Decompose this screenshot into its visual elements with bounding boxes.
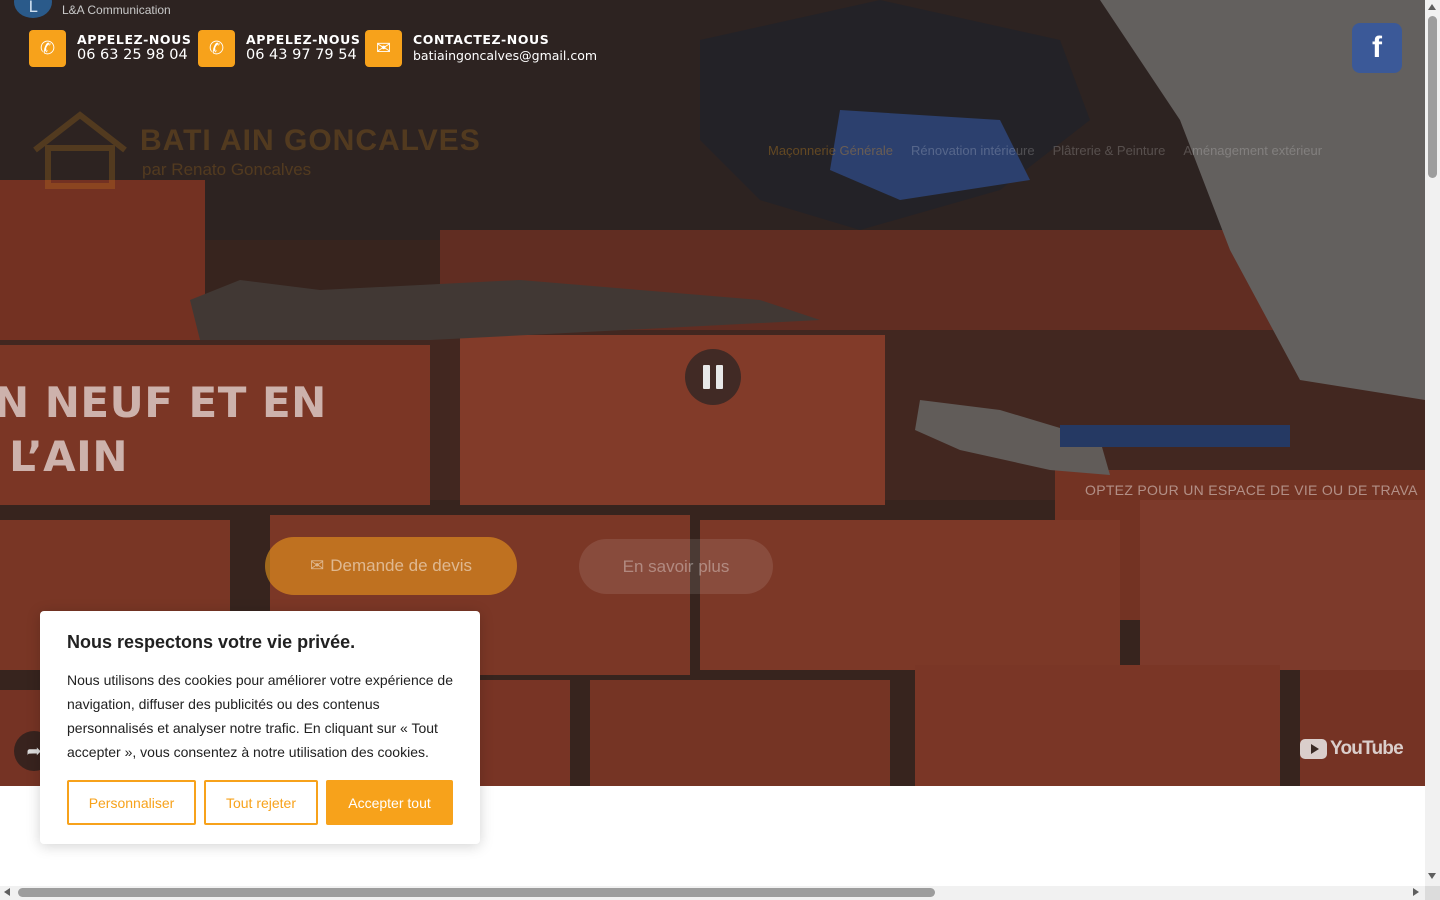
scroll-down-arrow-icon[interactable] <box>1428 873 1436 879</box>
scroll-up-arrow-icon[interactable] <box>1428 4 1436 10</box>
contact-value: 06 43 97 79 54 <box>246 47 357 63</box>
youtube-play-icon <box>1300 739 1327 759</box>
quote-request-label: Demande de devis <box>330 556 472 575</box>
cookie-text: Nous utilisons des cookies pour améliore… <box>67 672 453 760</box>
scroll-left-arrow-icon[interactable] <box>4 888 10 896</box>
scroll-right-arrow-icon[interactable] <box>1413 888 1419 896</box>
contact-email[interactable]: ✉ CONTACTEZ-NOUS batiaingoncalves@gmail.… <box>365 30 597 67</box>
reject-all-button[interactable]: Tout rejeter <box>204 780 318 825</box>
cookie-banner: Nous respectons votre vie privée. Nous u… <box>40 611 480 844</box>
channel-name[interactable]: L&A Communication <box>62 3 171 17</box>
accept-all-button[interactable]: Accepter tout <box>326 780 453 825</box>
contact-value: 06 63 25 98 04 <box>77 47 188 63</box>
contact-label: APPELEZ-NOUS <box>77 32 192 47</box>
learn-more-button[interactable]: En savoir plus <box>579 539 773 594</box>
pause-button[interactable] <box>685 349 741 405</box>
hero-headline: N NEUF ET EN L’AIN <box>0 378 327 481</box>
nav-item-maconnerie[interactable]: Maçonnerie Générale <box>768 143 893 158</box>
logo-subtitle: par Renato Goncalves <box>142 160 312 179</box>
youtube-logo[interactable]: YouTube <box>1300 738 1404 760</box>
pause-icon <box>703 365 710 389</box>
nav-item-renovation[interactable]: Rénovation intérieure <box>911 143 1035 158</box>
facebook-icon[interactable]: f <box>1352 23 1402 73</box>
vertical-scrollbar[interactable] <box>1425 0 1440 886</box>
scrollbar-corner <box>1425 886 1440 900</box>
quote-request-button[interactable]: ✉ Demande de devis <box>265 537 517 595</box>
customize-cookies-button[interactable]: Personnaliser <box>67 780 196 825</box>
cookie-title: Nous respectons votre vie privée. <box>67 632 356 652</box>
contact-label: APPELEZ-NOUS <box>246 32 361 47</box>
contact-label: CONTACTEZ-NOUS <box>413 32 550 47</box>
phone-icon: ✆ <box>198 30 235 67</box>
house-logo-icon <box>33 111 127 189</box>
envelope-icon: ✉ <box>365 30 402 67</box>
horizontal-scrollbar[interactable] <box>0 886 1425 900</box>
horizontal-scroll-thumb[interactable] <box>18 888 935 897</box>
main-nav: Maçonnerie Générale Rénovation intérieur… <box>768 143 1322 158</box>
logo-name: BATI AIN GONCALVES <box>140 124 481 157</box>
youtube-label: YouTube <box>1330 738 1404 759</box>
contact-phone-1[interactable]: ✆ APPELEZ-NOUS 06 63 25 98 04 <box>29 30 192 67</box>
envelope-icon: ✉ <box>309 556 325 575</box>
contact-value: batiaingoncalves@gmail.com <box>413 48 598 63</box>
site-logo[interactable]: BATI AIN GONCALVES par Renato Goncalves <box>30 110 500 200</box>
phone-icon: ✆ <box>29 30 66 67</box>
nav-item-amenagement[interactable]: Aménagement extérieur <box>1183 143 1322 158</box>
hero-tagline: OPTEZ POUR UN ESPACE DE VIE OU DE TRAVA <box>1085 482 1418 498</box>
contact-phone-2[interactable]: ✆ APPELEZ-NOUS 06 43 97 79 54 <box>198 30 361 67</box>
vertical-scroll-thumb[interactable] <box>1428 16 1437 178</box>
cookie-actions: Personnaliser Tout rejeter Accepter tout <box>67 780 453 825</box>
nav-item-platrerie[interactable]: Plâtrerie & Peinture <box>1053 143 1166 158</box>
